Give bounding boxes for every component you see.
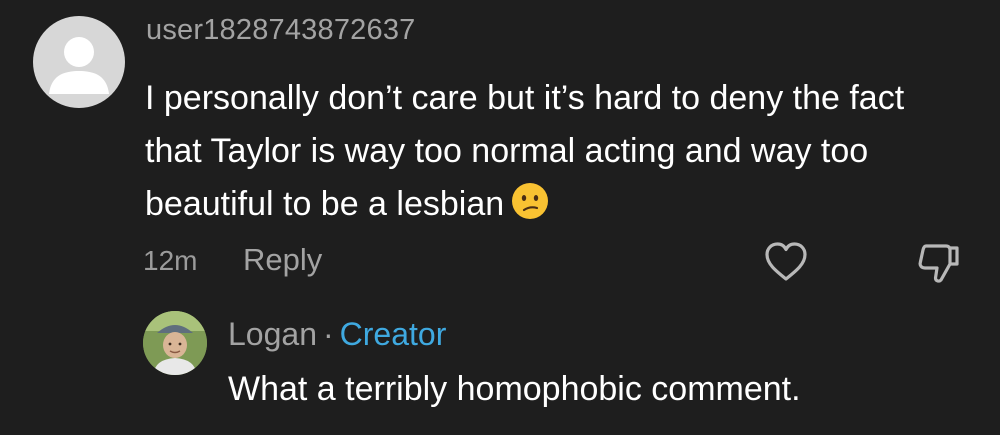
reply-button[interactable]: Reply [243, 242, 322, 278]
reply-text: What a terribly homophobic comment. [228, 370, 801, 408]
heart-icon [765, 242, 807, 281]
person-silhouette-icon [49, 37, 109, 94]
default-avatar[interactable] [33, 16, 125, 108]
creator-badge: Creator [339, 316, 447, 352]
thumbs-down-icon [918, 244, 959, 283]
comment-text-block: I personally don’t care but it’s hard to… [145, 72, 965, 231]
comment-username[interactable]: user1828743872637 [146, 14, 415, 47]
creator-avatar[interactable] [143, 311, 207, 375]
dislike-button[interactable] [912, 236, 964, 288]
separator-dot: · [322, 316, 334, 352]
confused-face-emoji [510, 181, 550, 221]
reply-header: Logan · Creator [228, 316, 446, 353]
reply-author[interactable]: Logan [228, 316, 317, 352]
comment-timestamp: 12m [143, 245, 198, 276]
like-button[interactable] [762, 238, 810, 286]
creator-photo [143, 311, 207, 375]
